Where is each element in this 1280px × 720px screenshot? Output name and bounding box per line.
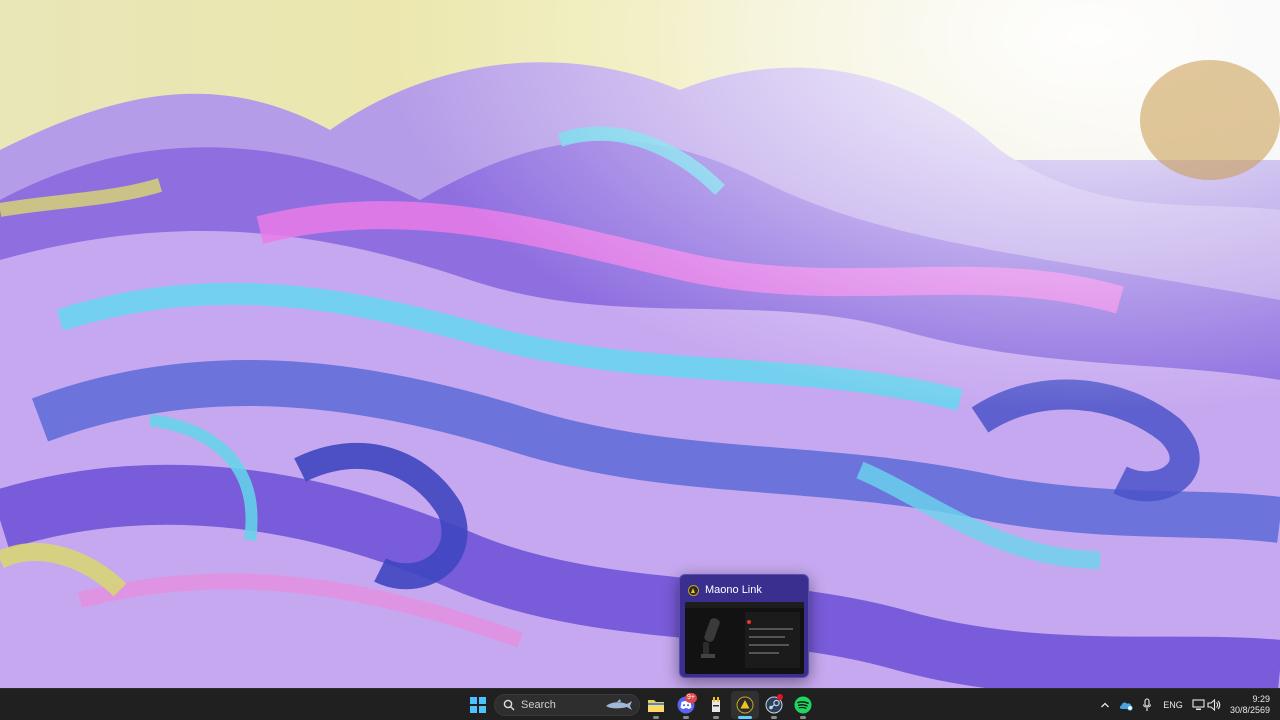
settings-panel bbox=[745, 612, 800, 668]
slider-row bbox=[749, 628, 793, 630]
start-button[interactable] bbox=[464, 689, 492, 720]
network-button[interactable] bbox=[1190, 689, 1206, 720]
running-indicator bbox=[713, 716, 719, 719]
clock-time: 9:29 bbox=[1252, 694, 1270, 704]
maono-link-icon bbox=[688, 584, 699, 596]
notification-badge: 9+ bbox=[685, 693, 697, 703]
show-hidden-icons-button[interactable] bbox=[1096, 689, 1114, 720]
spotify-button[interactable] bbox=[789, 689, 817, 720]
chevron-up-icon bbox=[1101, 702, 1109, 708]
speaker-icon bbox=[1207, 699, 1221, 711]
file-explorer-button[interactable] bbox=[642, 689, 670, 720]
onedrive-button[interactable] bbox=[1116, 689, 1136, 720]
windows-logo-icon bbox=[470, 697, 486, 713]
microphone-icon bbox=[1142, 698, 1152, 711]
slider-row bbox=[749, 636, 785, 638]
folder-icon bbox=[648, 700, 664, 712]
slider-row bbox=[749, 644, 789, 646]
notification-dot bbox=[777, 694, 783, 700]
slider-row bbox=[749, 652, 779, 654]
taskbar: Search 9+ ENG 9:29 30/8/2569 bbox=[0, 688, 1280, 720]
steam-button[interactable] bbox=[760, 689, 788, 720]
maono-link-button[interactable] bbox=[731, 691, 759, 719]
cloud-icon bbox=[1119, 702, 1133, 711]
window-thumbnail[interactable] bbox=[685, 602, 804, 674]
search-icon bbox=[503, 699, 515, 711]
status-dot bbox=[747, 620, 751, 624]
ethernet-icon bbox=[1191, 699, 1205, 710]
running-indicator bbox=[771, 716, 777, 719]
running-indicator bbox=[653, 716, 659, 719]
taskbar-thumbnail-preview[interactable]: Maono Link bbox=[679, 574, 809, 678]
volume-button[interactable] bbox=[1206, 689, 1222, 720]
tool-icon bbox=[712, 697, 720, 712]
spotify-icon bbox=[794, 696, 812, 714]
preview-title: Maono Link bbox=[705, 584, 762, 596]
maono-link-icon bbox=[736, 696, 754, 714]
discord-button[interactable]: 9+ bbox=[672, 689, 700, 720]
search-input[interactable]: Search bbox=[494, 694, 640, 716]
microphone-button[interactable] bbox=[1138, 689, 1156, 720]
microphone-image bbox=[701, 618, 720, 658]
thumbnail-titlebar bbox=[685, 602, 804, 608]
running-indicator bbox=[683, 716, 689, 719]
tool-app-button[interactable] bbox=[702, 689, 730, 720]
clock-button[interactable]: 9:29 30/8/2569 bbox=[1226, 689, 1278, 720]
active-indicator bbox=[738, 716, 752, 719]
clock-date: 30/8/2569 bbox=[1229, 705, 1270, 715]
search-placeholder: Search bbox=[521, 699, 556, 711]
input-language-indicator[interactable]: ENG bbox=[1160, 689, 1186, 720]
running-indicator bbox=[800, 716, 806, 719]
search-highlight-icon bbox=[606, 699, 632, 710]
desktop-wallpaper[interactable] bbox=[0, 0, 1280, 688]
preview-header: Maono Link bbox=[688, 583, 762, 597]
